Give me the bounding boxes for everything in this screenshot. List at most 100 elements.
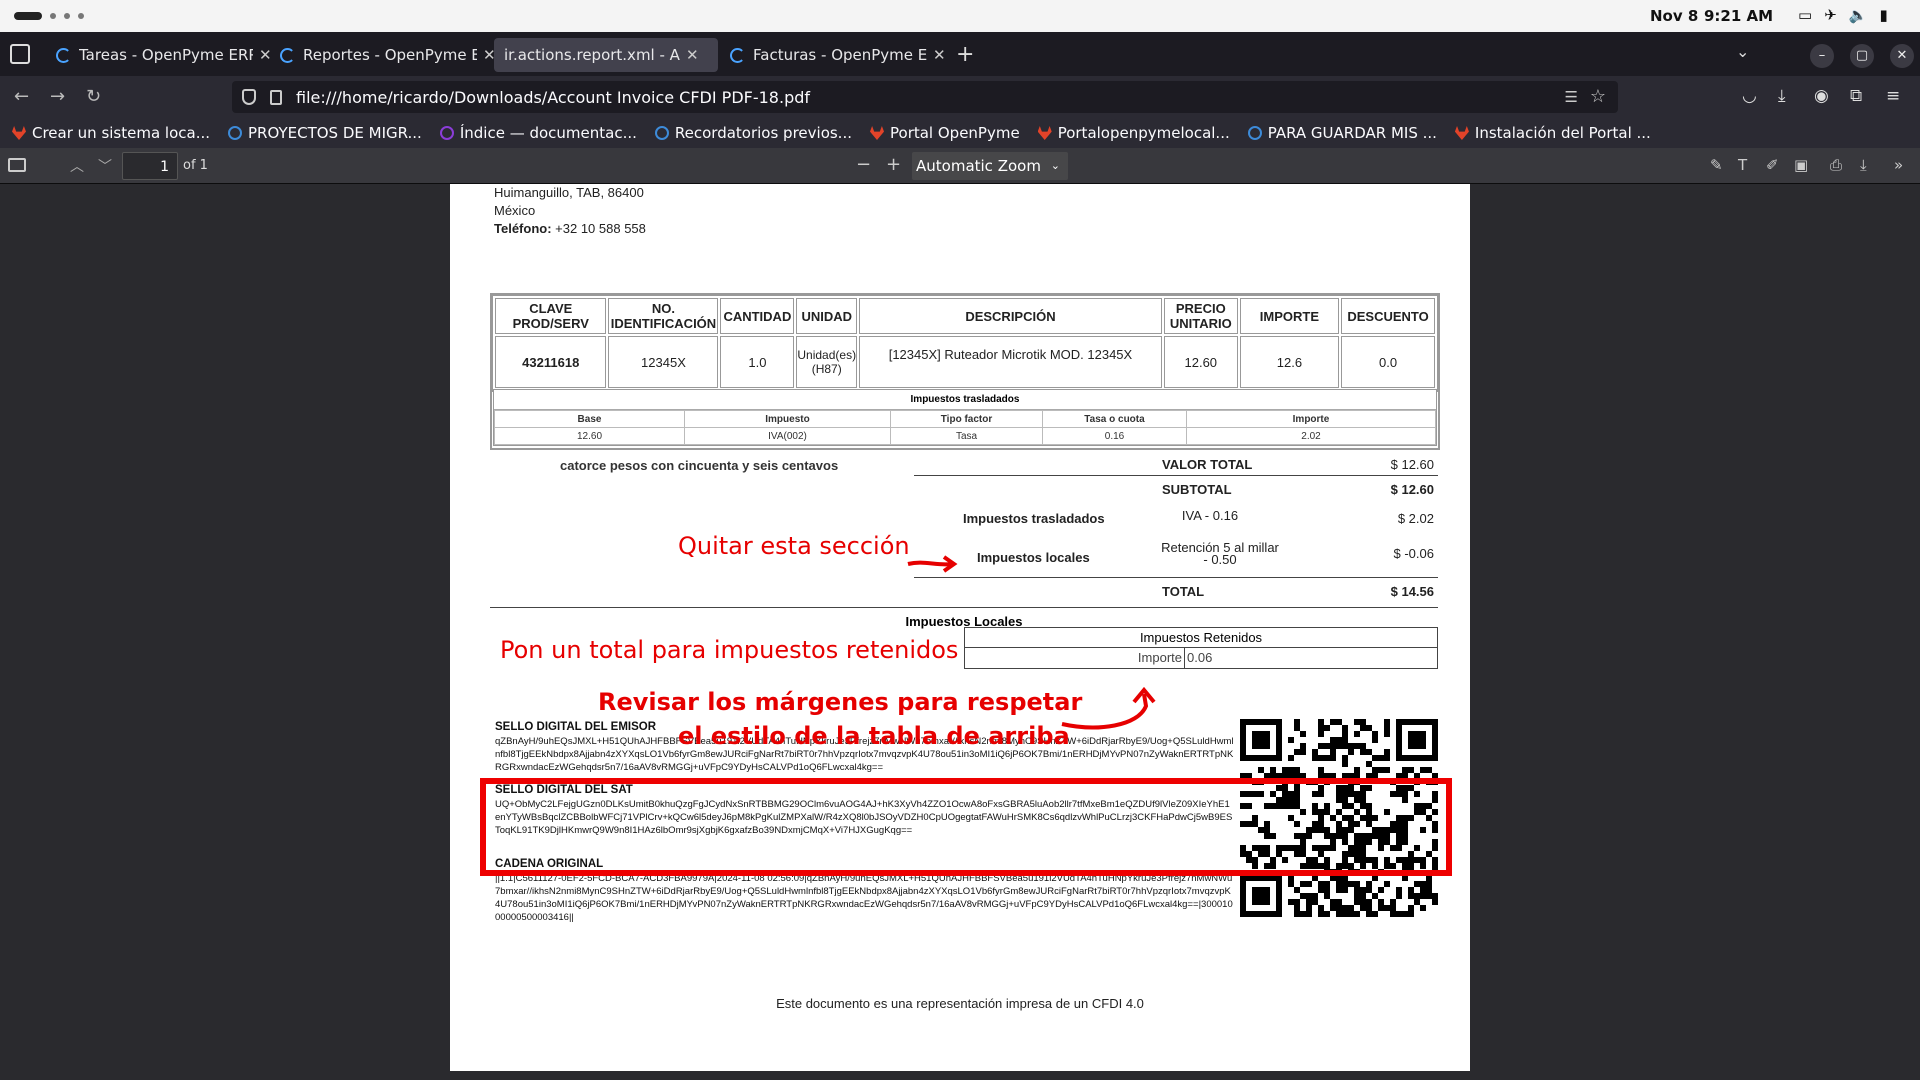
system-clock[interactable]: 9:21 AM	[1704, 7, 1773, 25]
retained-taxes-row: Importe 0.06	[965, 648, 1437, 668]
display-icon[interactable]: ▭	[1798, 6, 1812, 24]
transferred-taxes-label: Impuestos trasladados	[963, 511, 1105, 526]
workspace-dot	[50, 13, 56, 19]
gitlab-icon	[870, 126, 884, 140]
list-all-tabs-chevron-icon[interactable]: ⌄	[1736, 42, 1749, 61]
account-icon[interactable]: ◉	[1814, 86, 1829, 106]
browser-tab-bar: Tareas - OpenPyme ERP ✕ Reportes - OpenP…	[0, 32, 1920, 76]
loading-favicon-icon	[280, 47, 295, 63]
bookmark-item[interactable]: Crear un sistema loca...	[12, 124, 210, 142]
retained-value: 0.06	[1187, 650, 1213, 665]
phone-line: Teléfono: +32 10 588 558	[494, 220, 646, 238]
sidebar-toggle-icon[interactable]	[8, 158, 26, 172]
reload-icon[interactable]: ↻	[86, 86, 101, 107]
pdf-viewer-toolbar: ︿ ﹀ 1 of 1 − + Automatic Zoom ⌄ ✎ T ✐ ▣ …	[0, 148, 1920, 184]
taxes-table: Base Impuesto Tipo factor Tasa o cuota I…	[494, 410, 1436, 445]
system-top-bar: Nov 8 9:21 AM ▭ ✈ 🔈 ▮	[0, 0, 1920, 32]
page-count: of 1	[183, 158, 208, 173]
image-icon[interactable]: ▣	[1794, 156, 1808, 174]
pdf-page: Huimanguillo, TAB, 86400 México Teléfono…	[450, 184, 1470, 1071]
tab-title: ir.actions.report.xml - Account	[504, 46, 680, 64]
col-header: DESCRIPCIÓN	[859, 298, 1162, 334]
col-header: UNIDAD	[796, 298, 858, 334]
table-cell: 12.60	[1163, 336, 1238, 388]
draw-icon[interactable]: ✐	[1766, 156, 1779, 174]
loading-favicon-icon	[56, 47, 71, 63]
tax-col-header: Impuesto	[684, 410, 891, 428]
print-icon[interactable]: ⎙	[1830, 156, 1842, 174]
chevron-down-icon: ⌄	[1050, 159, 1060, 172]
bookmark-label: Recordatorios previos...	[674, 124, 852, 142]
bookmark-label: Instalación del Portal ...	[1474, 124, 1651, 142]
local-tax-desc-line: - 0.50	[1203, 552, 1237, 567]
phone-value: +32 10 588 558	[555, 221, 646, 236]
pdf-viewer-area[interactable]: Huimanguillo, TAB, 86400 México Teléfono…	[0, 184, 1920, 1080]
tab-reportes[interactable]: Reportes - OpenPyme ERP ✕	[270, 38, 506, 72]
system-date[interactable]: Nov 8	[1650, 7, 1698, 25]
maximize-window-icon[interactable]: ▢	[1850, 44, 1874, 68]
forward-arrow-icon[interactable]: →	[50, 86, 65, 107]
col-header: CANTIDAD	[720, 298, 795, 334]
next-page-icon[interactable]: ﹀	[98, 156, 112, 176]
amount-in-words: catorce pesos con cincuenta y seis centa…	[560, 458, 839, 473]
highlight-icon[interactable]: ✎	[1710, 156, 1723, 174]
zoom-out-icon[interactable]: −	[856, 154, 871, 175]
volume-icon[interactable]: 🔈	[1849, 6, 1868, 24]
tab-tareas[interactable]: Tareas - OpenPyme ERP ✕	[46, 38, 282, 72]
text-tool-icon[interactable]: T	[1738, 156, 1747, 174]
reader-view-icon[interactable]: ☰	[1565, 88, 1578, 106]
navigation-toolbar: ← → ↻ file:///home/ricardo/Downloads/Acc…	[0, 76, 1920, 118]
totals-divider	[914, 475, 1438, 476]
previous-page-icon[interactable]: ︿	[70, 156, 84, 176]
bookmark-item[interactable]: Portal OpenPyme	[870, 124, 1020, 142]
new-tab-plus-icon[interactable]: +	[956, 42, 974, 67]
bookmark-item[interactable]: Instalación del Portal ...	[1454, 124, 1651, 142]
back-arrow-icon[interactable]: ←	[14, 86, 29, 107]
pocket-icon[interactable]: ◡	[1742, 86, 1757, 106]
address-bar[interactable]: file:///home/ricardo/Downloads/Account I…	[232, 81, 1618, 113]
tracking-shield-icon[interactable]	[242, 89, 256, 105]
address-line: Huimanguillo, TAB, 86400	[494, 185, 644, 200]
zoom-select[interactable]: Automatic Zoom ⌄	[912, 152, 1068, 180]
bookmark-item[interactable]: PARA GUARDAR MIS ...	[1247, 124, 1437, 142]
col-header: IMPORTE	[1239, 298, 1340, 334]
table-cell: 0.0	[1341, 336, 1435, 388]
bookmark-item[interactable]: Recordatorios previos...	[654, 124, 852, 142]
bookmark-item[interactable]: PROYECTOS DE MIGR...	[228, 124, 422, 142]
close-tab-icon[interactable]: ✕	[686, 46, 699, 64]
page-number-input[interactable]: 1	[122, 152, 178, 180]
zoom-in-icon[interactable]: +	[886, 154, 901, 175]
zoom-value: Automatic Zoom	[916, 157, 1041, 175]
close-window-icon[interactable]: ✕	[1890, 44, 1914, 68]
taxes-caption: Impuestos trasladados	[494, 390, 1436, 410]
extensions-icon[interactable]: ⧉	[1850, 86, 1862, 106]
bookmark-label: Portalopenpymelocal...	[1057, 124, 1230, 142]
bookmark-item[interactable]: Portalopenpymelocal...	[1037, 124, 1230, 142]
downloads-icon[interactable]: ⤓	[1778, 86, 1786, 106]
bookmark-star-icon[interactable]: ☆	[1590, 86, 1606, 107]
minimize-window-icon[interactable]: –	[1810, 44, 1834, 68]
workspace-indicator[interactable]	[14, 12, 84, 20]
bookmark-item[interactable]: Índice — documentac...	[439, 124, 637, 142]
tab-overview-icon[interactable]	[10, 44, 30, 64]
col-header: DESCUENTO	[1341, 298, 1435, 334]
tab-report-xml[interactable]: ir.actions.report.xml - Account ✕	[494, 38, 718, 72]
tab-facturas[interactable]: Facturas - OpenPyme ERP ✕	[720, 38, 956, 72]
more-tools-icon[interactable]: »	[1894, 156, 1903, 174]
tax-col-header: Base	[494, 410, 685, 428]
system-tray[interactable]: ▭ ✈ 🔈 ▮	[1798, 6, 1888, 24]
airplane-mode-icon[interactable]: ✈	[1824, 6, 1837, 24]
url-text[interactable]: file:///home/ricardo/Downloads/Account I…	[296, 88, 810, 107]
app-menu-icon[interactable]: ≡	[1886, 86, 1900, 106]
tab-title: Reportes - OpenPyme ERP	[303, 46, 477, 64]
battery-icon[interactable]: ▮	[1879, 6, 1887, 24]
workspace-dot	[64, 13, 70, 19]
table-cell: 12.6	[1239, 336, 1340, 388]
gitlab-icon	[1454, 126, 1469, 140]
save-icon[interactable]: ⤓	[1860, 156, 1867, 174]
local-taxes-value: $ -0.06	[1393, 546, 1434, 561]
page-info-icon[interactable]	[270, 89, 282, 105]
tax-cell: IVA(002)	[684, 427, 891, 445]
original-chain-text: ||1.1|C5611127-0EF2-5FCD-BCA7-ACD3FBA997…	[495, 873, 1233, 923]
close-tab-icon[interactable]: ✕	[933, 46, 946, 64]
